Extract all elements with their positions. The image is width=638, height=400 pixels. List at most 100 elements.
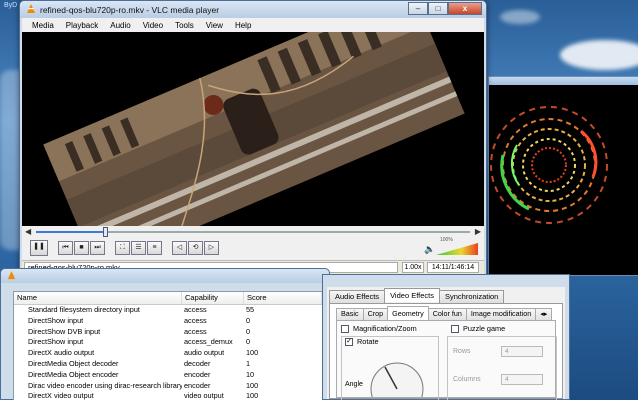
subtab-image-modification[interactable]: Image modification <box>465 308 537 320</box>
menu-media[interactable]: Media <box>26 21 60 30</box>
loop-button[interactable]: ⟲ <box>188 241 203 255</box>
tab-audio-effects[interactable]: Audio Effects <box>329 290 386 303</box>
visualizer-canvas <box>490 106 608 224</box>
plugin-name-cell: Standard filesystem directory input <box>28 305 140 314</box>
table-row[interactable]: DirectX audio output audio output 100 <box>14 348 322 359</box>
menu-audio[interactable]: Audio <box>104 21 136 30</box>
control-bar: ❚❚ ⏮ ■ ⏭ ⛶ ☰ ≡ ◁ ⟲ ▷ 🔈 100% <box>22 237 484 260</box>
angle-dial[interactable] <box>367 357 427 397</box>
plugin-capability-cell: decoder <box>184 358 211 368</box>
maximize-button[interactable]: □ <box>428 2 448 15</box>
seek-bar[interactable]: ◀ ▶ <box>22 226 484 238</box>
tab-synchronization[interactable]: Synchronization <box>438 290 505 303</box>
playlist-button[interactable]: ≡ <box>147 241 162 255</box>
seek-track[interactable] <box>36 227 470 237</box>
subtab-scroll-arrows[interactable]: ◂▸ <box>535 308 553 320</box>
menu-view[interactable]: View <box>200 21 229 30</box>
video-frame <box>22 32 484 226</box>
fullscreen-button[interactable]: ⛶ <box>115 241 130 255</box>
visualizer-titlebar[interactable] <box>489 77 638 85</box>
angle-label: Angle <box>345 381 363 388</box>
menu-playback[interactable]: Playback <box>60 21 104 30</box>
table-row[interactable]: DirectMedia Object decoder decoder 1 <box>14 359 322 370</box>
plugin-score-cell: 0 <box>246 337 251 347</box>
plugins-titlebar[interactable] <box>1 269 329 283</box>
visualizer-window <box>488 76 638 276</box>
video-area[interactable] <box>22 32 484 226</box>
rows-label: Rows <box>453 348 471 355</box>
plugin-score-cell: 1 <box>246 358 251 368</box>
tab-video-effects[interactable]: Video Effects <box>384 288 440 302</box>
checkbox-box[interactable] <box>451 324 459 333</box>
table-row[interactable]: Standard filesystem directory input acces… <box>14 305 322 316</box>
window-title: refined-qos-blu720p-ro.mkv - VLC media p… <box>40 5 220 15</box>
plugin-score-cell: 100 <box>246 380 259 390</box>
subtab-color-fun[interactable]: Color fun <box>427 308 467 320</box>
vlc-window: refined-qos-blu720p-ro.mkv - VLC media p… <box>19 0 487 282</box>
viz-ring <box>531 147 567 183</box>
viz-ring <box>490 106 608 224</box>
magnification-checkbox[interactable]: Magnification/Zoom <box>341 324 417 333</box>
menu-help[interactable]: Help <box>229 21 257 30</box>
minimize-button[interactable]: – <box>408 2 428 15</box>
menubar: Media Playback Audio Video Tools View He… <box>22 18 484 32</box>
table-row[interactable]: DirectX video output video output 100 <box>14 391 322 400</box>
plugins-table[interactable]: Name Capability Score Standard filesyste… <box>13 291 323 400</box>
table-row[interactable]: DirectShow input access 0 <box>14 316 322 327</box>
checkbox-box[interactable] <box>341 324 349 333</box>
subtab-crop[interactable]: Crop <box>362 308 389 320</box>
column-header-score[interactable]: Score <box>244 292 322 304</box>
column-header-capability[interactable]: Capability <box>182 292 244 304</box>
rotate-checkbox[interactable]: ✓ Rotate <box>345 337 379 346</box>
volume-slider[interactable] <box>436 243 478 255</box>
checkbox-box-checked[interactable]: ✓ <box>345 337 353 346</box>
plugin-capability-cell: audio output <box>184 348 225 358</box>
rows-spinbox[interactable]: 4 <box>501 346 543 357</box>
viz-ring <box>522 138 576 192</box>
close-button[interactable]: x <box>448 2 482 15</box>
menu-tools[interactable]: Tools <box>169 21 200 30</box>
playback-speed[interactable]: 1.00x <box>402 262 424 273</box>
previous-button[interactable]: ⏮ <box>58 241 73 255</box>
column-header-name[interactable]: Name <box>14 292 182 304</box>
columns-label: Columns <box>453 376 481 383</box>
table-row[interactable]: DirectShow input access_demux 0 <box>14 337 322 348</box>
pause-button[interactable]: ❚❚ <box>30 240 48 256</box>
seek-forward-icon[interactable]: ▶ <box>475 227 481 236</box>
plugin-capability-cell: video output <box>184 391 224 400</box>
subtab-geometry[interactable]: Geometry <box>387 306 429 319</box>
frame-back-button[interactable]: ◁ <box>172 241 187 255</box>
columns-spinbox[interactable]: 4 <box>501 374 543 385</box>
desktop-corner-text: ByD <box>4 2 18 9</box>
plugins-window: Name Capability Score Standard filesyste… <box>0 268 330 400</box>
table-row[interactable]: DirectShow DVB input access 0 <box>14 327 322 338</box>
plugin-capability-cell: access_demux <box>184 337 233 347</box>
frame-step-button[interactable]: ▷ <box>204 241 219 255</box>
plugin-score-cell: 100 <box>246 348 259 358</box>
plugin-name-cell: DirectMedia Object encoder <box>28 369 119 379</box>
plugin-name-cell: DirectX audio output <box>28 348 95 358</box>
plugin-name-cell: DirectShow input <box>28 315 84 325</box>
plugin-score-cell: 100 <box>246 391 259 400</box>
effects-tabs: Audio Effects Video Effects Synchronizat… <box>329 288 505 303</box>
plugin-name-cell: Dirac video encoder using dirac-research… <box>28 380 182 390</box>
puzzle-checkbox[interactable]: Puzzle game <box>451 324 505 333</box>
time-display[interactable]: 14:11/1:46:14 <box>427 262 479 273</box>
seek-back-icon[interactable]: ◀ <box>25 227 31 236</box>
menu-video[interactable]: Video <box>137 21 169 30</box>
extended-settings-button[interactable]: ☰ <box>131 241 146 255</box>
vlc-titlebar[interactable]: refined-qos-blu720p-ro.mkv - VLC media p… <box>20 1 486 18</box>
table-row[interactable]: DirectMedia Object encoder encoder 10 <box>14 370 322 381</box>
next-button[interactable]: ⏭ <box>90 241 105 255</box>
speaker-icon[interactable]: 🔈 <box>424 244 435 255</box>
cloud <box>560 40 638 70</box>
subtab-basic[interactable]: Basic <box>336 308 364 320</box>
plugin-capability-cell: access <box>184 315 207 325</box>
stop-button[interactable]: ■ <box>74 241 89 255</box>
table-row[interactable]: Dirac video encoder using dirac-research… <box>14 381 322 392</box>
plugin-score-cell: 0 <box>246 315 251 325</box>
seek-handle[interactable] <box>103 227 109 237</box>
plugin-score-cell: 10 <box>246 369 255 379</box>
vlc-cone-icon <box>7 271 16 280</box>
cloud <box>500 10 540 24</box>
